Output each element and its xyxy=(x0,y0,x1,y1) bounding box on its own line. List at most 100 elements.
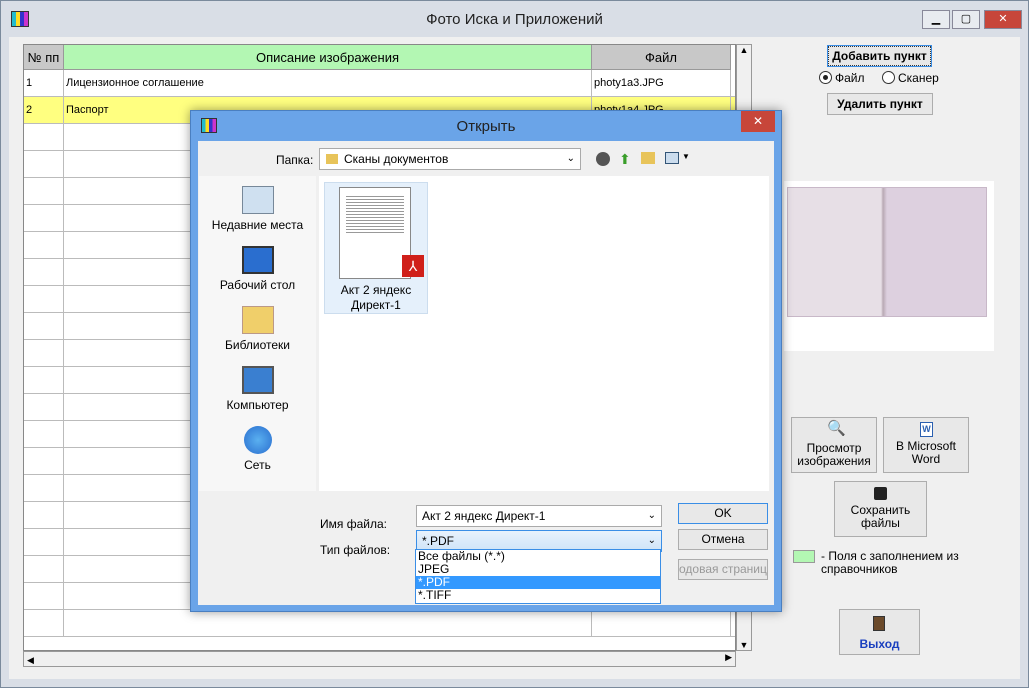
place-label: Недавние места xyxy=(211,218,304,232)
empty-cell[interactable] xyxy=(24,448,64,474)
header-file[interactable]: Файл xyxy=(592,45,731,70)
close-button[interactable]: ✕ xyxy=(984,10,1022,29)
magnifier-icon: 🔍 xyxy=(827,420,846,437)
option-tiff[interactable]: *.TIFF xyxy=(416,589,660,602)
empty-cell[interactable] xyxy=(24,205,64,231)
view-image-button[interactable]: 🔍 Просмотр изображения xyxy=(791,417,877,473)
empty-cell[interactable] xyxy=(24,421,64,447)
radio-unchecked-icon[interactable] xyxy=(882,71,895,84)
row-description[interactable]: Лицензионное соглашение xyxy=(64,70,592,96)
new-folder-icon[interactable] xyxy=(641,152,655,164)
passport-image xyxy=(787,187,987,317)
horizontal-scrollbar[interactable]: ◀ ▶ xyxy=(23,651,736,667)
image-preview xyxy=(784,181,994,351)
legend-swatch xyxy=(793,550,815,563)
radio-file-label: Файл xyxy=(835,71,865,85)
save-files-label: Сохранить файлы xyxy=(850,503,911,530)
place-desktop[interactable]: Рабочий стол xyxy=(199,246,316,292)
recent-places-icon xyxy=(241,186,274,214)
place-computer[interactable]: Компьютер xyxy=(199,366,316,412)
empty-cell[interactable] xyxy=(24,340,64,366)
empty-cell[interactable] xyxy=(24,529,64,555)
chevron-down-icon: ⌄ xyxy=(566,153,575,164)
place-label: Рабочий стол xyxy=(219,278,296,292)
option-pdf-selected[interactable]: *.PDF xyxy=(416,576,660,589)
empty-cell[interactable] xyxy=(592,610,731,636)
maximize-button[interactable]: ▢ xyxy=(952,10,980,29)
to-word-label: В Microsoft Word xyxy=(895,439,956,466)
place-label: Сеть xyxy=(244,458,271,472)
floppy-icon xyxy=(874,487,887,500)
title-bar: Фото Иска и Приложений ▁ ▢ ✕ xyxy=(1,1,1028,37)
back-icon[interactable] xyxy=(596,152,610,166)
radio-scanner-label: Сканер xyxy=(898,71,939,85)
dialog-title: Открыть xyxy=(456,118,516,135)
filetype-value: *.PDF xyxy=(422,534,455,548)
view-menu-arrow-icon[interactable]: ▼ xyxy=(682,152,690,161)
empty-cell[interactable] xyxy=(24,313,64,339)
cancel-button[interactable]: Отмена xyxy=(678,529,768,550)
table-row[interactable]: 1 Лицензионное соглашение photy1a3.JPG xyxy=(24,70,735,97)
minimize-button[interactable]: ▁ xyxy=(922,10,950,29)
filename-value: Акт 2 яндекс Директ-1 xyxy=(422,509,546,523)
chevron-down-icon[interactable]: ⌄ xyxy=(648,506,656,526)
header-num[interactable]: № пп xyxy=(24,45,64,70)
empty-table-row[interactable] xyxy=(24,610,735,637)
codepage-button: одовая страница. xyxy=(678,559,768,580)
option-jpeg[interactable]: JPEG xyxy=(416,563,660,576)
exit-button[interactable]: Выход xyxy=(839,609,920,655)
filetype-label: Тип файлов: xyxy=(320,543,391,557)
chevron-down-icon[interactable]: ⌄ xyxy=(648,531,656,551)
filename-input[interactable]: Акт 2 яндекс Директ-1 ⌄ xyxy=(416,505,662,527)
pdf-icon: ⅄ xyxy=(402,255,424,277)
place-libraries[interactable]: Библиотеки xyxy=(199,306,316,352)
option-all-files[interactable]: Все файлы (*.*) xyxy=(416,550,660,563)
to-word-button[interactable]: W В Microsoft Word xyxy=(883,417,969,473)
header-description[interactable]: Описание изображения xyxy=(64,45,592,70)
view-image-label: Просмотр изображения xyxy=(797,441,871,468)
empty-cell[interactable] xyxy=(24,583,64,609)
add-item-button[interactable]: Добавить пункт xyxy=(827,45,932,67)
pdf-thumbnail xyxy=(339,187,411,279)
row-num: 2 xyxy=(24,97,64,123)
row-num: 1 xyxy=(24,70,64,96)
empty-cell[interactable] xyxy=(24,151,64,177)
source-radio-scanner[interactable]: Сканер xyxy=(882,71,939,85)
save-files-button[interactable]: Сохранить файлы xyxy=(834,481,927,537)
ok-button[interactable]: OK xyxy=(678,503,768,524)
empty-cell[interactable] xyxy=(24,124,64,150)
window-title: Фото Иска и Приложений xyxy=(426,11,603,28)
empty-cell[interactable] xyxy=(24,178,64,204)
source-radio-file[interactable]: Файл xyxy=(819,71,865,85)
delete-item-button[interactable]: Удалить пункт xyxy=(827,93,933,115)
empty-cell[interactable] xyxy=(24,475,64,501)
libraries-icon xyxy=(241,306,274,334)
view-menu-icon[interactable] xyxy=(665,152,679,164)
place-network[interactable]: Сеть xyxy=(199,426,316,472)
dialog-close-button[interactable]: ✕ xyxy=(741,111,775,132)
filetype-dropdown-list: Все файлы (*.*) JPEG *.PDF *.TIFF xyxy=(415,549,661,604)
empty-cell[interactable] xyxy=(24,610,64,636)
empty-cell[interactable] xyxy=(24,259,64,285)
empty-cell[interactable] xyxy=(24,502,64,528)
folder-combo[interactable]: Сканы документов ⌄ xyxy=(319,148,581,170)
computer-icon xyxy=(241,366,274,394)
up-folder-icon[interactable]: ⬆ xyxy=(619,151,631,168)
file-item[interactable]: ⅄ Акт 2 яндекс Директ-1 xyxy=(324,182,428,314)
empty-cell[interactable] xyxy=(24,556,64,582)
place-recent[interactable]: Недавние места xyxy=(199,186,316,232)
folder-value: Сканы документов xyxy=(344,152,449,166)
empty-cell[interactable] xyxy=(24,286,64,312)
empty-cell[interactable] xyxy=(24,232,64,258)
empty-cell[interactable] xyxy=(64,610,592,636)
exit-door-icon xyxy=(873,616,885,631)
empty-cell[interactable] xyxy=(24,394,64,420)
legend-text: - Поля с заполнением из справочников xyxy=(821,549,959,576)
empty-cell[interactable] xyxy=(24,367,64,393)
radio-checked-icon[interactable] xyxy=(819,71,832,84)
places-bar: Недавние места Рабочий стол Библиотеки К… xyxy=(199,176,316,491)
row-file[interactable]: photy1a3.JPG xyxy=(592,70,731,96)
folder-icon xyxy=(326,154,338,164)
file-item-name: Акт 2 яндекс Директ-1 xyxy=(340,283,412,312)
file-list[interactable]: ⅄ Акт 2 яндекс Директ-1 xyxy=(319,176,769,491)
